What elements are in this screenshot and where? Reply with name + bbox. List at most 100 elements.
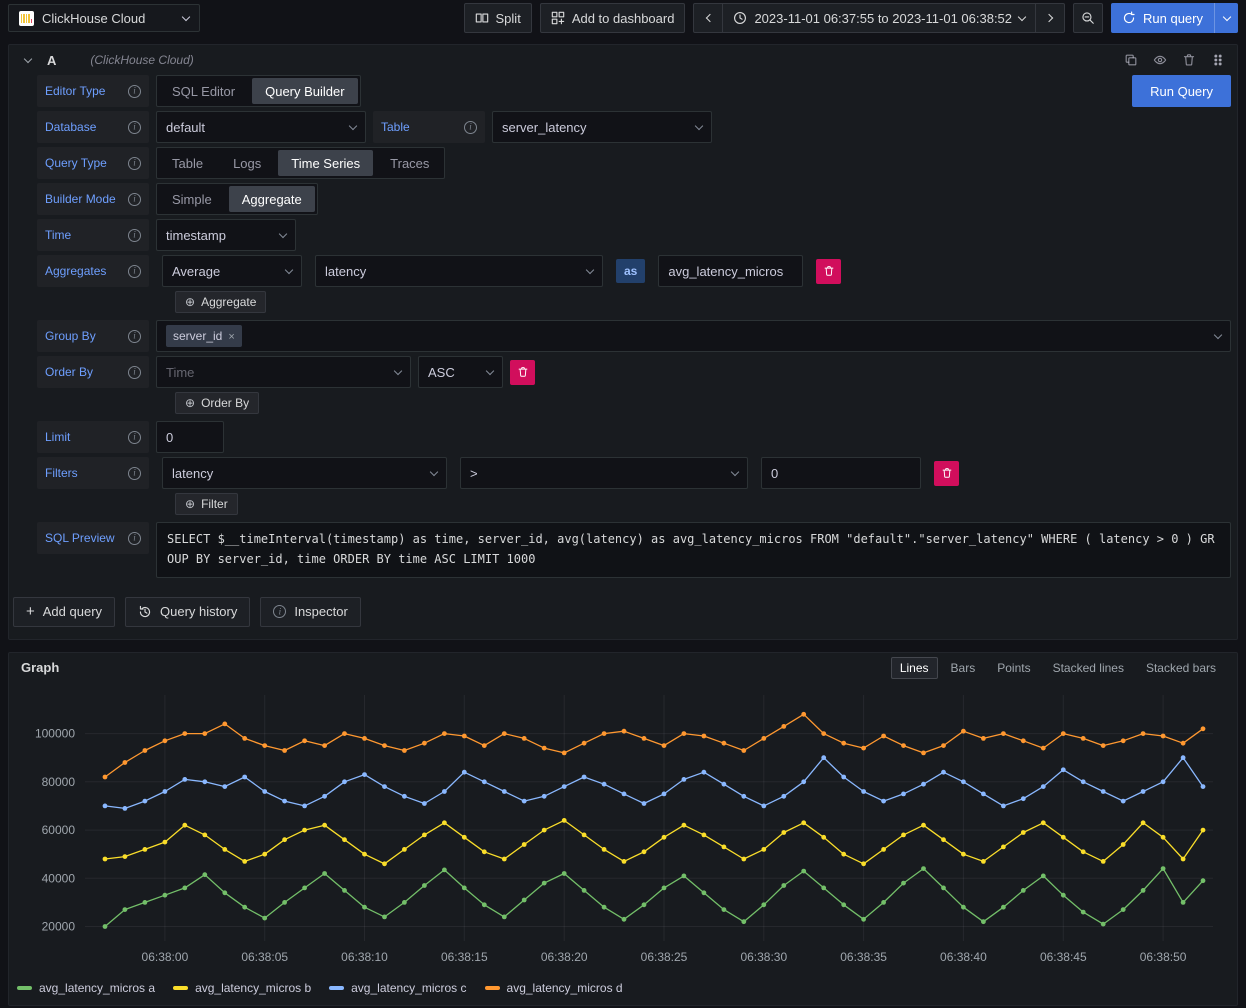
group-by-select[interactable]: server_id	[156, 320, 1231, 352]
chevron-down-icon	[486, 366, 494, 374]
option-logs[interactable]: Logs	[220, 150, 274, 176]
time-range-button[interactable]: 2023-11-01 06:37:55 to 2023-11-01 06:38:…	[722, 3, 1036, 33]
info-icon[interactable]	[128, 229, 141, 242]
inspector-button[interactable]: Inspector	[260, 597, 360, 627]
info-icon[interactable]	[128, 366, 141, 379]
option-query-builder[interactable]: Query Builder	[252, 78, 357, 104]
option-table[interactable]: Table	[159, 150, 216, 176]
time-forward-button[interactable]	[1035, 3, 1065, 33]
aggregate-function-value: Average	[172, 264, 220, 279]
option-traces[interactable]: Traces	[377, 150, 442, 176]
add-order-by-button[interactable]: Order By	[175, 392, 259, 414]
order-by-direction-select[interactable]: ASC	[418, 356, 503, 388]
mode-lines[interactable]: Lines	[891, 657, 938, 679]
chevron-down-icon	[1018, 12, 1026, 20]
aggregate-function-select[interactable]: Average	[162, 255, 302, 287]
split-button[interactable]: Split	[464, 3, 532, 33]
info-icon[interactable]	[128, 431, 141, 444]
time-column-select[interactable]: timestamp	[156, 219, 296, 251]
order-by-field-select[interactable]: Time	[156, 356, 411, 388]
add-to-dashboard-button[interactable]: Add to dashboard	[540, 3, 686, 33]
trash-icon	[823, 265, 835, 277]
legend-series-marker	[485, 986, 500, 990]
table-select[interactable]: server_latency	[492, 111, 712, 143]
duplicate-query-icon[interactable]	[1124, 53, 1138, 67]
info-icon[interactable]	[128, 85, 141, 98]
time-label: Time	[37, 219, 149, 251]
info-icon[interactable]	[464, 121, 477, 134]
remove-aggregate-button[interactable]	[816, 259, 841, 284]
add-query-button[interactable]: Add query	[13, 597, 115, 627]
option-simple[interactable]: Simple	[159, 186, 225, 212]
field-label-text: Editor Type	[45, 84, 105, 98]
time-row: Time timestamp	[37, 219, 1231, 251]
aggregates-label: Aggregates	[37, 255, 149, 287]
filter-value-input[interactable]	[761, 457, 921, 489]
collapse-query-icon[interactable]	[24, 54, 32, 62]
field-label-text: Table	[381, 120, 410, 134]
info-icon[interactable]	[128, 532, 141, 545]
query-history-button[interactable]: Query history	[125, 597, 250, 627]
legend-item[interactable]: avg_latency_micros a	[17, 981, 155, 995]
filter-column-select[interactable]: latency	[162, 457, 447, 489]
info-icon[interactable]	[128, 265, 141, 278]
add-order-by-row: Order By	[175, 392, 1231, 414]
run-query-label: Run query	[1143, 11, 1203, 26]
mode-points[interactable]: Points	[988, 657, 1039, 679]
legend-series-marker	[173, 986, 188, 990]
mode-bars[interactable]: Bars	[942, 657, 985, 679]
legend-item[interactable]: avg_latency_micros c	[329, 981, 466, 995]
database-value: default	[166, 120, 205, 135]
add-aggregate-button[interactable]: Aggregate	[175, 291, 266, 313]
limit-input[interactable]	[156, 421, 224, 453]
legend-item[interactable]: avg_latency_micros d	[485, 981, 623, 995]
svg-text:80000: 80000	[42, 774, 76, 788]
clock-icon	[733, 11, 747, 25]
legend-item[interactable]: avg_latency_micros b	[173, 981, 311, 995]
query-datasource-hint: (ClickHouse Cloud)	[90, 53, 193, 67]
remove-tag-icon[interactable]	[228, 329, 234, 343]
query-history-label: Query history	[160, 604, 237, 619]
aggregate-column-select[interactable]: latency	[315, 255, 603, 287]
zoom-out-button[interactable]	[1073, 3, 1103, 33]
chart-area: 06:38:0006:38:0506:38:1006:38:1506:38:20…	[9, 683, 1237, 979]
svg-text:06:38:10: 06:38:10	[341, 950, 388, 964]
aggregate-alias-input[interactable]	[658, 255, 803, 287]
drag-handle-icon[interactable]	[1211, 53, 1225, 67]
database-select[interactable]: default	[156, 111, 366, 143]
time-range-label: 2023-11-01 06:37:55 to 2023-11-01 06:38:…	[754, 11, 1012, 26]
info-icon[interactable]	[128, 330, 141, 343]
add-filter-button[interactable]: Filter	[175, 493, 238, 515]
chevron-down-icon	[349, 121, 357, 129]
option-time-series[interactable]: Time Series	[278, 150, 373, 176]
info-icon[interactable]	[128, 193, 141, 206]
add-query-label: Add query	[43, 604, 102, 619]
split-icon	[475, 11, 489, 25]
info-icon[interactable]	[128, 467, 141, 480]
datasource-picker[interactable]: ClickHouse Cloud	[8, 4, 200, 32]
group-by-tag[interactable]: server_id	[166, 325, 242, 347]
run-query-button[interactable]: Run query	[1111, 3, 1214, 33]
option-sql-editor[interactable]: SQL Editor	[159, 78, 248, 104]
svg-text:06:38:35: 06:38:35	[840, 950, 887, 964]
order-by-label: Order By	[37, 356, 149, 388]
mode-stacked-lines[interactable]: Stacked lines	[1044, 657, 1133, 679]
run-query-editor-button[interactable]: Run Query	[1132, 75, 1231, 107]
filter-operator-select[interactable]: >	[460, 457, 748, 489]
option-aggregate[interactable]: Aggregate	[229, 186, 315, 212]
add-to-dashboard-label: Add to dashboard	[572, 11, 675, 26]
graph-canvas[interactable]: 06:38:0006:38:0506:38:1006:38:1506:38:20…	[21, 683, 1225, 979]
database-row: Database default Table server_latency	[37, 111, 1231, 143]
run-query-dropdown-button[interactable]	[1214, 3, 1238, 33]
remove-query-icon[interactable]	[1182, 53, 1196, 67]
time-back-button[interactable]	[693, 3, 723, 33]
legend-series-label: avg_latency_micros b	[195, 981, 311, 995]
field-label-text: Database	[45, 120, 96, 134]
eye-icon[interactable]	[1153, 53, 1167, 67]
remove-order-by-button[interactable]	[510, 360, 535, 385]
info-icon[interactable]	[128, 157, 141, 170]
mode-stacked-bars[interactable]: Stacked bars	[1137, 657, 1225, 679]
plus-circle-icon	[185, 295, 195, 309]
remove-filter-button[interactable]	[934, 461, 959, 486]
info-icon[interactable]	[128, 121, 141, 134]
